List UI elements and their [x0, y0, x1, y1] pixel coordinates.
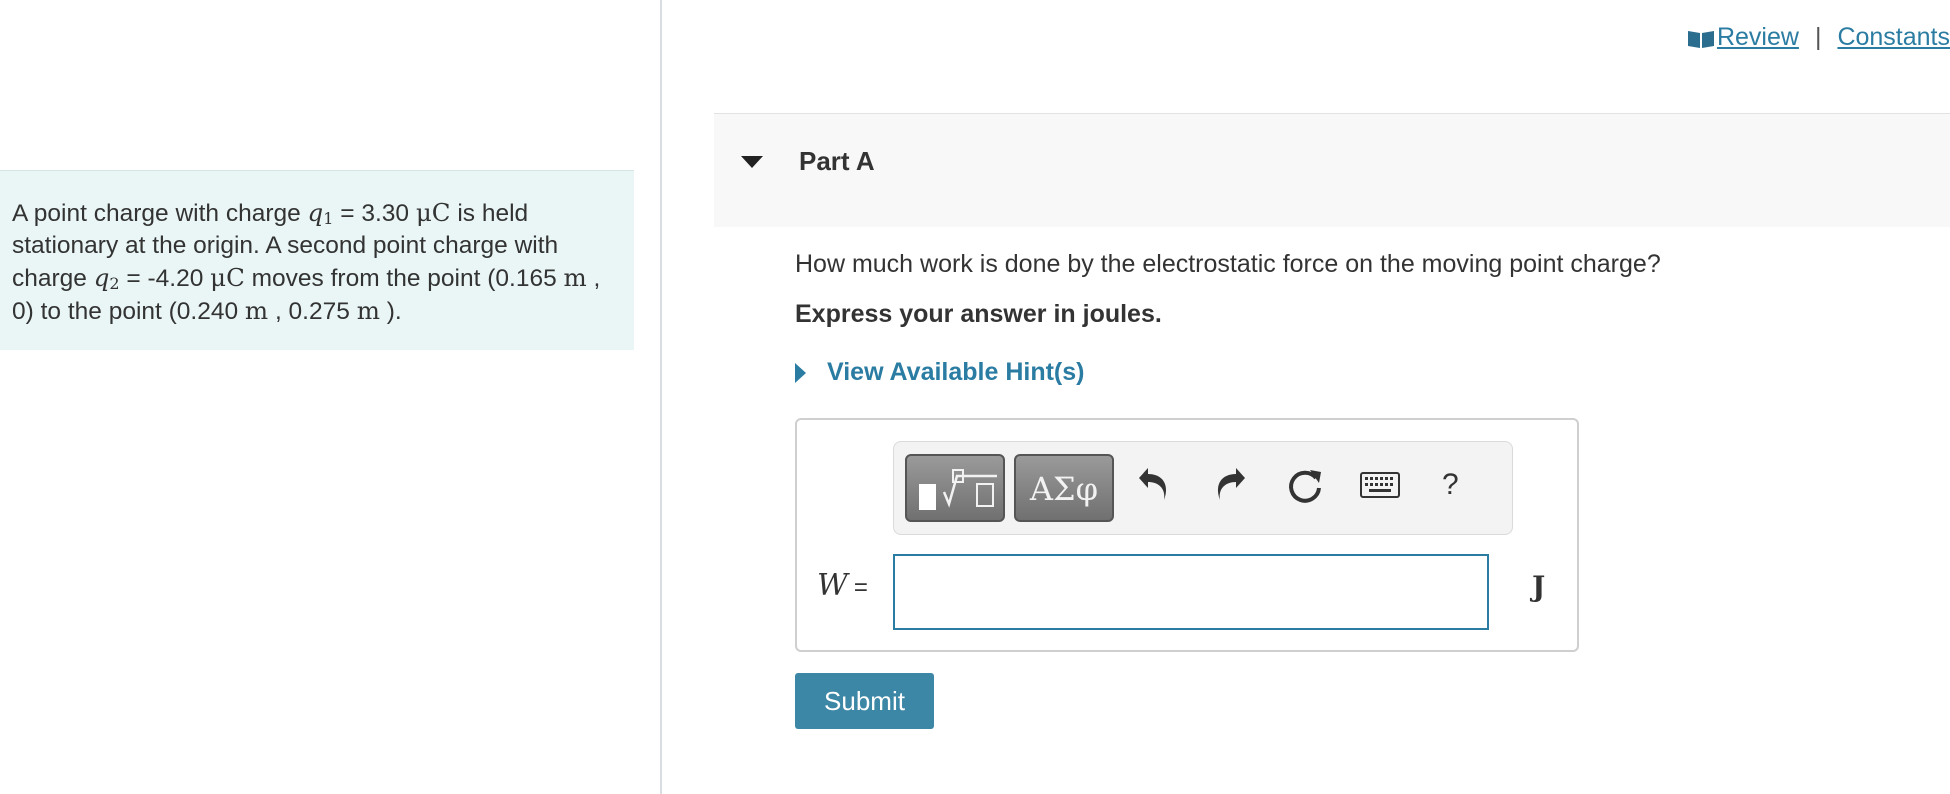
symbols-button[interactable]: ΑΣφ	[1014, 454, 1114, 522]
templates-button[interactable]	[905, 454, 1005, 522]
help-icon[interactable]: ?	[1442, 468, 1459, 502]
unit-meter: m	[356, 296, 380, 325]
panel-divider	[660, 0, 662, 794]
answer-input[interactable]	[893, 554, 1489, 630]
review-link[interactable]: Review	[1717, 23, 1799, 52]
problem-statement: A point charge with charge q1 = 3.30 μC …	[0, 170, 634, 350]
reset-icon[interactable]	[1286, 466, 1326, 511]
page: A point charge with charge q1 = 3.30 μC …	[0, 0, 1950, 794]
q1-symbol: q1	[307, 198, 334, 228]
expand-caret-icon	[795, 362, 806, 383]
constants-link[interactable]: Constants	[1837, 23, 1950, 52]
unit-meter: m	[563, 263, 587, 292]
redo-icon[interactable]	[1212, 466, 1246, 511]
submit-button[interactable]: Submit	[795, 673, 934, 729]
symbols-label: ΑΣφ	[1029, 470, 1099, 508]
view-hints-toggle[interactable]: View Available Hint(s)	[795, 358, 1084, 387]
answer-box: ΑΣφ ? W = J	[795, 418, 1579, 652]
unit-microcoulomb: μC	[210, 263, 245, 292]
link-separator: |	[1814, 22, 1822, 51]
question-text: How much work is done by the electrostat…	[795, 250, 1661, 278]
answer-variable-label: W =	[817, 568, 868, 603]
undo-icon[interactable]	[1138, 466, 1172, 511]
part-title: Part A	[799, 146, 875, 176]
book-icon	[1687, 27, 1715, 48]
hint-label: View Available Hint(s)	[827, 358, 1085, 386]
keyboard-icon[interactable]	[1360, 472, 1400, 503]
unit-meter: m	[244, 296, 269, 325]
problem-text: A point charge with charge	[12, 200, 308, 227]
problem-text: = -4.20	[119, 265, 211, 292]
templates-icon	[919, 469, 997, 510]
math-toolbar: ΑΣφ ?	[893, 441, 1513, 535]
q2-symbol: q2	[93, 263, 120, 293]
collapse-caret-icon[interactable]	[741, 156, 763, 168]
part-header[interactable]: Part A	[714, 113, 1950, 227]
answer-unit-label: J	[1532, 570, 1546, 603]
problem-text: moves from the point (0.165	[244, 265, 564, 292]
problem-text: = 3.30	[333, 200, 416, 227]
top-links: Review | Constants	[1687, 20, 1950, 54]
problem-panel: A point charge with charge q1 = 3.30 μC …	[0, 0, 660, 794]
problem-text: ).	[379, 298, 402, 325]
problem-text: , 0.275	[268, 298, 357, 325]
answer-instruction: Express your answer in joules.	[795, 300, 1162, 328]
unit-microcoulomb: μC	[415, 198, 451, 227]
